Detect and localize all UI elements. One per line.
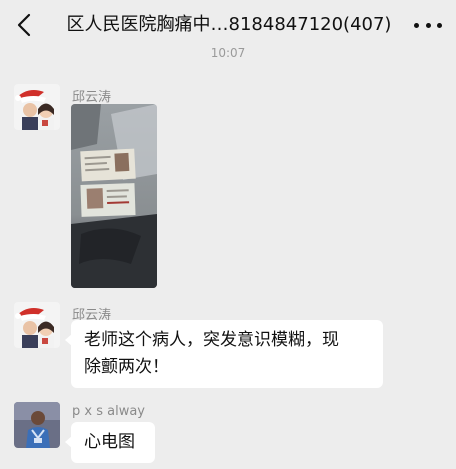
text-message-bubble[interactable]: 老师这个病人，突发意识模糊，现 除颤两次！ <box>65 320 383 388</box>
more-dot-icon <box>425 22 431 28</box>
back-arrow-icon <box>17 13 31 37</box>
message-text: 心电图 <box>84 432 135 452</box>
text-message-bubble[interactable]: 心电图 <box>65 422 155 463</box>
avatar[interactable] <box>14 84 60 130</box>
chat-title: 区人民医院胸痛中…8184847120(407) <box>66 14 392 35</box>
back-button[interactable] <box>12 12 36 38</box>
message-timestamp: 10:07 <box>210 46 246 60</box>
more-dot-icon <box>437 22 442 28</box>
more-dot-icon <box>414 22 419 28</box>
chat-header: 区人民医院胸痛中…8184847120(407) <box>0 0 456 50</box>
avatar[interactable] <box>14 302 60 348</box>
sender-name: 邱云涛 <box>72 90 112 105</box>
message-text: 老师这个病人，突发意识模糊，现 <box>84 330 339 350</box>
sender-name: p x s alway <box>72 404 145 419</box>
avatar[interactable] <box>14 402 60 448</box>
message-text: 除颤两次！ <box>84 357 169 377</box>
image-message[interactable] <box>71 104 157 288</box>
more-options-button[interactable] <box>414 14 442 36</box>
